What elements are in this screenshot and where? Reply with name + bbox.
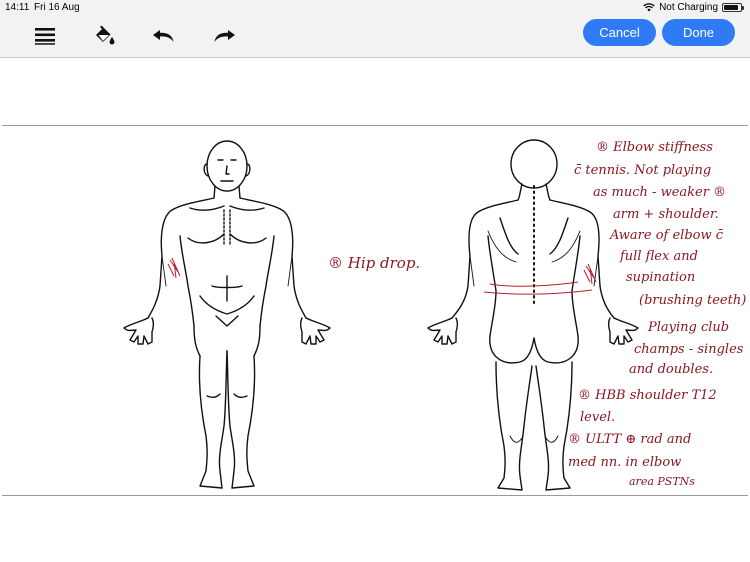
annotation-elbow-line-3: as much - weaker ® <box>593 185 727 200</box>
annotation-ultt-line-3: area PSTNs <box>629 475 695 488</box>
body-chart[interactable]: ® Hip drop. ® Elbow stiffness c̄ tennis.… <box>2 125 748 496</box>
undo-icon <box>153 30 174 42</box>
status-date: Fri 16 Aug <box>34 2 80 13</box>
status-right: Not Charging <box>643 2 744 13</box>
charging-status: Not Charging <box>659 2 718 13</box>
annotation-elbow-line-2: c̄ tennis. Not playing <box>574 163 712 178</box>
redo-button[interactable] <box>207 20 241 52</box>
front-body-figure <box>123 140 331 489</box>
status-time: 14:11 <box>5 2 30 13</box>
redo-icon <box>214 30 235 42</box>
annotation-elbow-line-7: supination <box>626 270 696 285</box>
menu-button[interactable] <box>28 20 62 52</box>
annotation-hbb-line-2: level. <box>580 410 616 425</box>
annotation-hbb-line-1: ® HBB shoulder T12 <box>578 388 717 403</box>
menu-icon <box>35 28 55 45</box>
wifi-icon <box>643 3 655 12</box>
status-bar: 14:11 Fri 16 Aug Not Charging <box>0 0 750 16</box>
battery-level <box>724 5 738 10</box>
annotation-elbow-line-10: champs - singles <box>634 342 744 357</box>
battery-icon <box>722 3 744 12</box>
annotation-elbow-line-5: Aware of elbow c̄ <box>610 228 724 243</box>
annotation-elbow-line-4: arm + shoulder. <box>613 207 719 222</box>
paint-bucket-icon <box>96 25 115 45</box>
cancel-button[interactable]: Cancel <box>583 19 656 46</box>
annotation-elbow-line-6: full flex and <box>620 249 698 264</box>
annotation-elbow-line-8: (brushing teeth) <box>639 293 747 308</box>
fill-button[interactable] <box>88 20 122 52</box>
undo-button[interactable] <box>147 20 181 52</box>
annotation-ultt-line-2: med nn. in elbow <box>568 455 682 470</box>
annotation-elbow-line-1: ® Elbow stiffness <box>596 140 713 155</box>
annotation-elbow-line-9: Playing club <box>648 320 730 335</box>
annotation-hip-drop: ® Hip drop. <box>328 254 421 272</box>
done-button[interactable]: Done <box>662 19 735 46</box>
annotation-ultt-line-1: ® ULTT ⊕ rad and <box>568 432 692 447</box>
canvas[interactable]: ® Hip drop. ® Elbow stiffness c̄ tennis.… <box>0 57 750 562</box>
annotation-elbow-line-11: and doubles. <box>629 362 714 377</box>
